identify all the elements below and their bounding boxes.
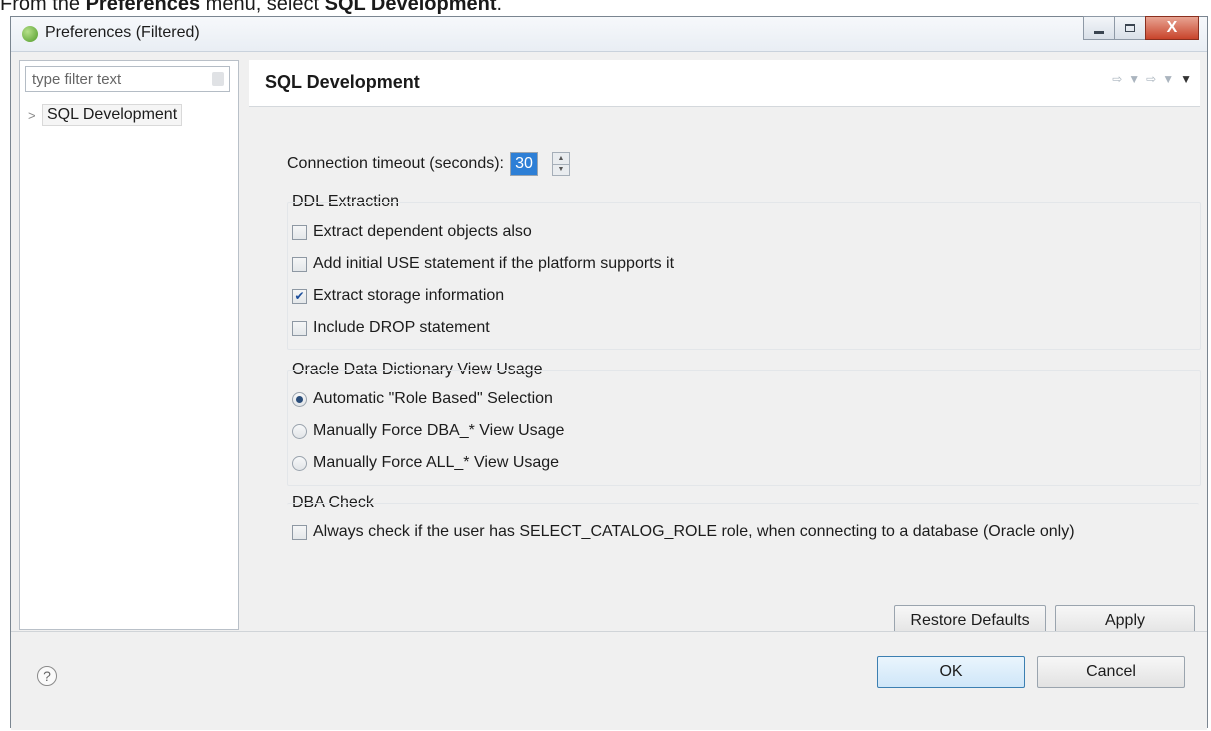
automatic-role-based-label[interactable]: Automatic "Role Based" Selection xyxy=(313,390,553,408)
title-bar[interactable]: Preferences (Filtered) X xyxy=(11,16,1207,52)
filter-input[interactable] xyxy=(26,67,218,91)
caption-middle: menu, select xyxy=(200,0,325,15)
spin-down-icon[interactable]: ▼ xyxy=(553,165,569,176)
preferences-window: Preferences (Filtered) X > SQL Developme… xyxy=(10,16,1208,730)
tree-item-sql-development[interactable]: > SQL Development xyxy=(28,103,183,127)
dictionary-option-row[interactable]: Manually Force DBA_* View Usage xyxy=(292,422,564,440)
maximize-icon xyxy=(1125,24,1135,32)
clear-filter-icon[interactable] xyxy=(212,72,224,86)
force-all-view-label[interactable]: Manually Force ALL_* View Usage xyxy=(313,454,559,472)
connection-timeout-input[interactable]: 30 xyxy=(510,152,538,176)
dba-check-checkbox[interactable] xyxy=(292,524,307,540)
extract-dependent-checkbox[interactable] xyxy=(292,224,307,240)
help-icon[interactable]: ? xyxy=(37,666,57,686)
close-button[interactable]: X xyxy=(1145,16,1199,40)
maximize-button[interactable] xyxy=(1114,16,1146,40)
expand-arrow-icon[interactable]: > xyxy=(28,108,42,123)
force-dba-view-radio[interactable] xyxy=(292,423,307,439)
automatic-role-based-radio[interactable] xyxy=(292,391,307,407)
dictionary-option-row[interactable]: Manually Force ALL_* View Usage xyxy=(292,454,559,472)
page-title: SQL Development xyxy=(265,72,420,92)
include-drop-label[interactable]: Include DROP statement xyxy=(313,319,490,337)
caption-item-name: SQL Development xyxy=(324,0,497,15)
connection-timeout-label: Connection timeout (seconds): xyxy=(287,155,504,172)
force-dba-view-label[interactable]: Manually Force DBA_* View Usage xyxy=(313,422,564,440)
page-header: SQL Development ⇨ ▼ ⇨ ▼ ▼ xyxy=(249,60,1200,107)
add-use-statement-label[interactable]: Add initial USE statement if the platfor… xyxy=(313,255,674,273)
forward-icon[interactable]: ⇨ xyxy=(1146,72,1156,86)
caption-prefix: From the xyxy=(0,0,86,15)
close-icon: X xyxy=(1166,19,1178,36)
preferences-tree-pane: > SQL Development xyxy=(19,60,239,630)
eclipse-app-icon xyxy=(22,26,38,42)
instruction-caption: From the Preferences menu, select SQL De… xyxy=(0,0,502,16)
extract-dependent-label[interactable]: Extract dependent objects also xyxy=(313,223,532,241)
dictionary-option-row[interactable]: Automatic "Role Based" Selection xyxy=(292,390,553,408)
minimize-icon xyxy=(1094,30,1104,34)
connection-timeout-spinner[interactable]: ▲ ▼ xyxy=(552,152,570,176)
preference-page: SQL Development ⇨ ▼ ⇨ ▼ ▼ Connection tim… xyxy=(249,60,1201,637)
ddl-option-row[interactable]: Extract dependent objects also xyxy=(292,223,532,241)
connection-timeout-row: Connection timeout (seconds): 30 ▲ ▼ xyxy=(287,152,570,176)
include-drop-checkbox[interactable] xyxy=(292,320,307,336)
force-all-view-radio[interactable] xyxy=(292,455,307,471)
tree-item-label[interactable]: SQL Development xyxy=(42,104,183,126)
ddl-option-row[interactable]: ✔ Extract storage information xyxy=(292,287,504,305)
forward-menu-icon[interactable]: ▼ xyxy=(1162,72,1174,86)
view-menu-icon[interactable]: ▼ xyxy=(1180,72,1192,86)
window-title: Preferences (Filtered) xyxy=(45,24,200,41)
ddl-option-row[interactable]: Include DROP statement xyxy=(292,319,490,337)
minimize-button[interactable] xyxy=(1083,16,1115,40)
back-icon[interactable]: ⇨ xyxy=(1112,72,1122,86)
add-use-statement-checkbox[interactable] xyxy=(292,256,307,272)
spin-up-icon[interactable]: ▲ xyxy=(553,153,569,165)
dba-check-option-label[interactable]: Always check if the user has SELECT_CATA… xyxy=(313,523,1075,541)
page-navigation: ⇨ ▼ ⇨ ▼ ▼ xyxy=(1112,72,1192,86)
extract-storage-label[interactable]: Extract storage information xyxy=(313,287,504,305)
extract-storage-checkbox[interactable]: ✔ xyxy=(292,288,307,304)
dialog-button-bar: ? OK Cancel xyxy=(11,631,1207,730)
caption-menu-name: Preferences xyxy=(85,0,201,15)
ok-button[interactable]: OK xyxy=(877,656,1025,688)
back-menu-icon[interactable]: ▼ xyxy=(1128,72,1140,86)
window-controls: X xyxy=(1083,16,1199,40)
dba-check-row[interactable]: Always check if the user has SELECT_CATA… xyxy=(292,523,1075,541)
cancel-button[interactable]: Cancel xyxy=(1037,656,1185,688)
caption-suffix: . xyxy=(496,0,503,15)
ddl-option-row[interactable]: Add initial USE statement if the platfor… xyxy=(292,255,674,273)
filter-field[interactable] xyxy=(25,66,230,92)
